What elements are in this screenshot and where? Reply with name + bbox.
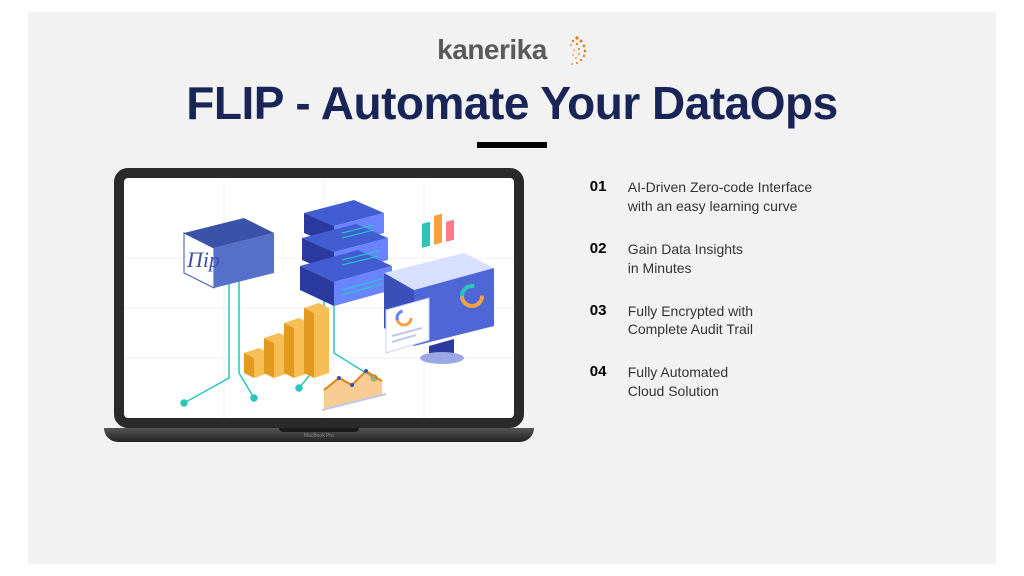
- feature-text: Fully Encrypted with Complete Audit Trai…: [628, 302, 753, 340]
- feature-text: Gain Data Insights in Minutes: [628, 240, 743, 278]
- logo-dots-icon: [551, 32, 587, 68]
- logo-wrap: kanerika: [68, 32, 956, 68]
- pi-ip-box-icon: Πip: [184, 218, 274, 288]
- page-title: FLIP - Automate Your DataOps: [68, 76, 956, 130]
- laptop-screen: Πip: [114, 168, 524, 428]
- feature-number: 03: [590, 302, 614, 319]
- kanerika-logo: kanerika: [437, 32, 587, 68]
- server-rack-icon: [300, 200, 392, 306]
- laptop-base: MacBook Pro: [104, 428, 534, 442]
- feature-line1: Fully Encrypted with: [628, 303, 753, 319]
- laptop-notch: [279, 428, 359, 432]
- title-underline: [477, 142, 547, 148]
- feature-item: 01 AI-Driven Zero-code Interface with an…: [590, 178, 936, 216]
- feature-number: 04: [590, 363, 614, 380]
- feature-item: 02 Gain Data Insights in Minutes: [590, 240, 936, 278]
- feature-line1: Fully Automated: [628, 364, 728, 380]
- feature-number: 01: [590, 178, 614, 195]
- feature-line1: AI-Driven Zero-code Interface: [628, 179, 812, 195]
- feature-line2: Complete Audit Trail: [628, 321, 753, 337]
- pi-ip-label: Πip: [186, 247, 220, 272]
- dataops-isometric-icon: Πip: [124, 178, 514, 418]
- feature-text: Fully Automated Cloud Solution: [628, 363, 728, 401]
- laptop-illustration-wrap: Πip: [88, 168, 550, 442]
- bar-chart-icon: [244, 303, 329, 378]
- logo-text: kanerika: [437, 34, 547, 66]
- content-row: Πip: [68, 168, 956, 442]
- slide-container: kanerika: [28, 12, 996, 564]
- feature-line1: Gain Data Insights: [628, 241, 743, 257]
- feature-line2: with an easy learning curve: [628, 198, 798, 214]
- laptop-brand-label: MacBook Pro: [304, 433, 334, 439]
- feature-line2: in Minutes: [628, 260, 692, 276]
- feature-line2: Cloud Solution: [628, 383, 719, 399]
- feature-item: 04 Fully Automated Cloud Solution: [590, 363, 936, 401]
- feature-number: 02: [590, 240, 614, 257]
- feature-text: AI-Driven Zero-code Interface with an ea…: [628, 178, 812, 216]
- features-list: 01 AI-Driven Zero-code Interface with an…: [590, 168, 956, 425]
- laptop-illustration: Πip: [104, 168, 534, 442]
- feature-item: 03 Fully Encrypted with Complete Audit T…: [590, 302, 936, 340]
